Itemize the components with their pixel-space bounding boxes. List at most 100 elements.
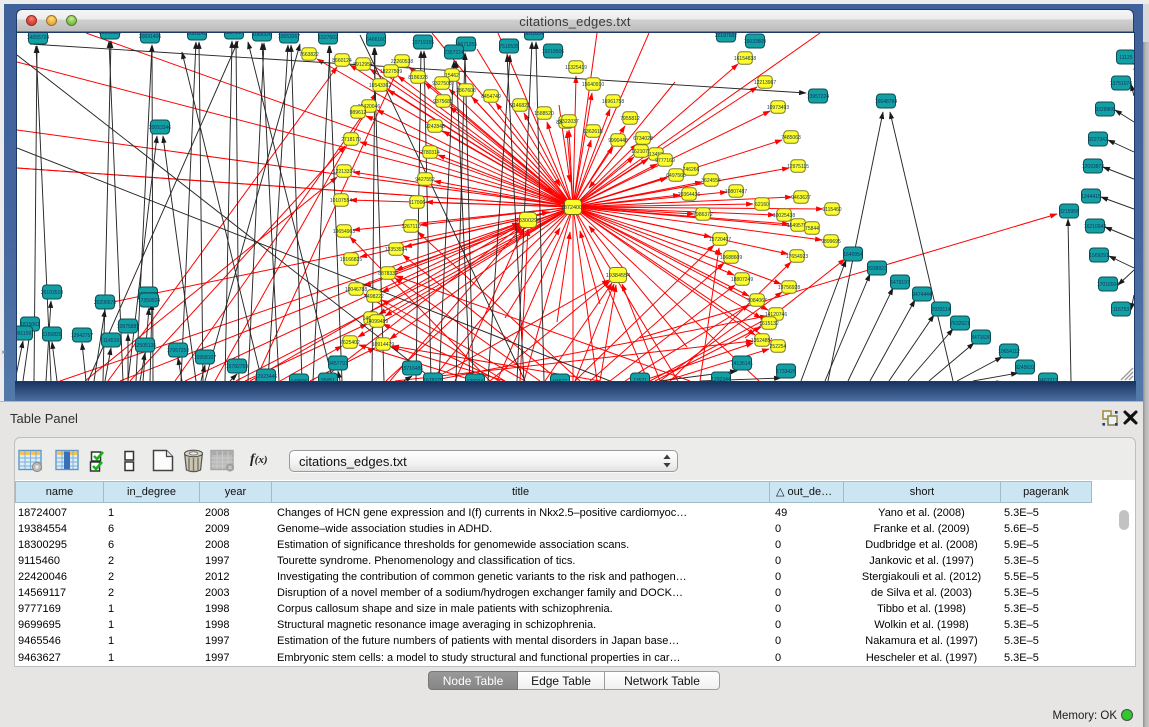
svg-text:2933114: 2933114	[931, 307, 950, 313]
svg-text:7632621: 7632621	[950, 321, 970, 327]
svg-text:14099489: 14099489	[366, 319, 388, 325]
svg-text:7663822: 7663822	[299, 52, 319, 58]
svg-text:14136141: 14136141	[731, 361, 753, 367]
svg-text:9115460: 9115460	[822, 207, 841, 213]
svg-text:9463627: 9463627	[791, 195, 811, 201]
svg-text:9899695: 9899695	[821, 239, 841, 245]
svg-text:10653267: 10653267	[278, 34, 300, 40]
svg-text:12213967: 12213967	[754, 80, 776, 86]
svg-text:1362615: 1362615	[583, 129, 603, 135]
svg-text:391159: 391159	[17, 331, 31, 337]
svg-text:9463212: 9463212	[1038, 378, 1058, 381]
svg-text:19756928: 19756928	[778, 285, 800, 291]
svg-text:18724007: 18724007	[561, 205, 585, 211]
svg-text:94577: 94577	[553, 379, 567, 381]
svg-text:13957224: 13957224	[807, 94, 829, 100]
svg-text:1621072: 1621072	[631, 149, 651, 155]
svg-text:22260538: 22260538	[391, 59, 413, 65]
svg-text:11325419: 11325419	[565, 65, 587, 71]
svg-text:9322037: 9322037	[559, 119, 579, 125]
svg-text:12975115: 12975115	[787, 164, 809, 170]
svg-text:10958107: 10958107	[194, 355, 216, 361]
svg-text:114519: 114519	[103, 338, 120, 344]
svg-text:989612: 989612	[350, 110, 367, 116]
svg-text:15720407: 15720407	[709, 237, 731, 243]
svg-text:2718179: 2718179	[341, 137, 361, 143]
svg-text:1588520: 1588520	[534, 111, 554, 117]
svg-text:12505135: 12505135	[134, 343, 156, 349]
svg-text:16154838: 16154838	[734, 56, 756, 62]
svg-text:10654112: 10654112	[998, 349, 1020, 355]
svg-text:19654963: 19654963	[333, 229, 355, 235]
svg-text:9227342: 9227342	[1088, 137, 1108, 143]
svg-text:9474444: 9474444	[912, 292, 932, 298]
svg-text:9990448: 9990448	[608, 138, 628, 144]
svg-text:10807487: 10807487	[725, 189, 747, 195]
svg-text:9084067: 9084067	[747, 298, 767, 304]
svg-text:1527602: 1527602	[318, 35, 338, 41]
svg-text:8660124: 8660124	[332, 58, 352, 64]
svg-text:14055724: 14055724	[27, 35, 49, 41]
svg-text:1244415: 1244415	[1081, 194, 1101, 200]
svg-text:746266: 746266	[683, 167, 700, 173]
svg-text:6479197: 6479197	[890, 280, 910, 286]
svg-text:1640954: 1640954	[843, 252, 863, 258]
svg-text:13571: 13571	[633, 378, 647, 381]
svg-text:12093872: 12093872	[1082, 164, 1104, 170]
svg-text:8912954: 8912954	[353, 62, 373, 68]
svg-text:6466160: 6466160	[366, 37, 386, 43]
svg-text:8878332: 8878332	[378, 271, 398, 277]
svg-text:18300295: 18300295	[516, 218, 540, 224]
svg-text:12942757: 12942757	[71, 333, 93, 339]
svg-text:116753: 116753	[1113, 307, 1130, 313]
svg-text:16543362: 16543362	[369, 83, 391, 89]
svg-text:62160: 62160	[755, 202, 769, 208]
svg-text:9329966: 9329966	[1095, 107, 1115, 113]
svg-text:1569291: 1569291	[1089, 253, 1109, 259]
svg-text:1292344: 1292344	[711, 377, 731, 381]
svg-text:1678275: 1678275	[423, 378, 443, 381]
svg-text:20595139: 20595139	[99, 33, 121, 36]
svg-text:20206578: 20206578	[94, 300, 116, 306]
svg-text:16782759: 16782759	[226, 364, 248, 370]
svg-text:9242848: 9242848	[425, 124, 445, 130]
svg-text:7955812: 7955812	[620, 116, 640, 122]
svg-text:9146821: 9146821	[510, 103, 530, 109]
svg-text:12923446: 12923446	[255, 374, 277, 380]
svg-text:1065326: 1065326	[252, 33, 272, 38]
svg-text:129234: 129234	[467, 379, 484, 381]
svg-text:252254: 252254	[770, 344, 787, 350]
svg-text:16648784: 16648784	[875, 99, 897, 105]
svg-text:7485063: 7485063	[781, 135, 801, 141]
svg-text:17016504: 17016504	[1097, 282, 1119, 288]
svg-text:1615132: 1615132	[759, 321, 779, 327]
svg-text:3215956: 3215956	[1059, 209, 1079, 215]
svg-text:10975887: 10975887	[117, 324, 139, 330]
svg-text:10025438: 10025438	[773, 213, 795, 219]
svg-text:7625402: 7625402	[340, 340, 360, 346]
svg-text:9375685: 9375685	[433, 99, 453, 105]
svg-text:19218506: 19218506	[542, 49, 564, 55]
svg-text:10719155: 10719155	[412, 40, 434, 46]
svg-text:8454749: 8454749	[481, 94, 501, 100]
svg-text:19384554: 19384554	[606, 273, 630, 279]
svg-text:7515535: 7515535	[499, 44, 519, 50]
svg-text:20691406: 20691406	[139, 34, 161, 40]
svg-text:8471636: 8471636	[971, 335, 991, 341]
svg-text:10046788: 10046788	[345, 287, 367, 293]
svg-text:15716485: 15716485	[401, 366, 423, 372]
svg-text:10973493: 10973493	[767, 105, 789, 111]
svg-text:1156829: 1156829	[42, 332, 61, 338]
svg-text:17359924: 17359924	[138, 298, 160, 304]
svg-text:8938923: 8938923	[867, 266, 887, 272]
svg-text:20187682: 20187682	[715, 33, 737, 39]
svg-text:1733426: 1733426	[776, 369, 796, 375]
svg-text:2867608: 2867608	[456, 88, 476, 94]
svg-text:117006: 117006	[409, 200, 426, 206]
svg-text:10688609: 10688609	[720, 255, 742, 261]
svg-text:12213314: 12213314	[333, 169, 355, 175]
svg-text:148506: 148506	[291, 379, 308, 381]
svg-text:3267110: 3267110	[401, 224, 420, 230]
svg-text:16961758: 16961758	[602, 99, 624, 105]
svg-text:4498222: 4498222	[364, 294, 384, 300]
